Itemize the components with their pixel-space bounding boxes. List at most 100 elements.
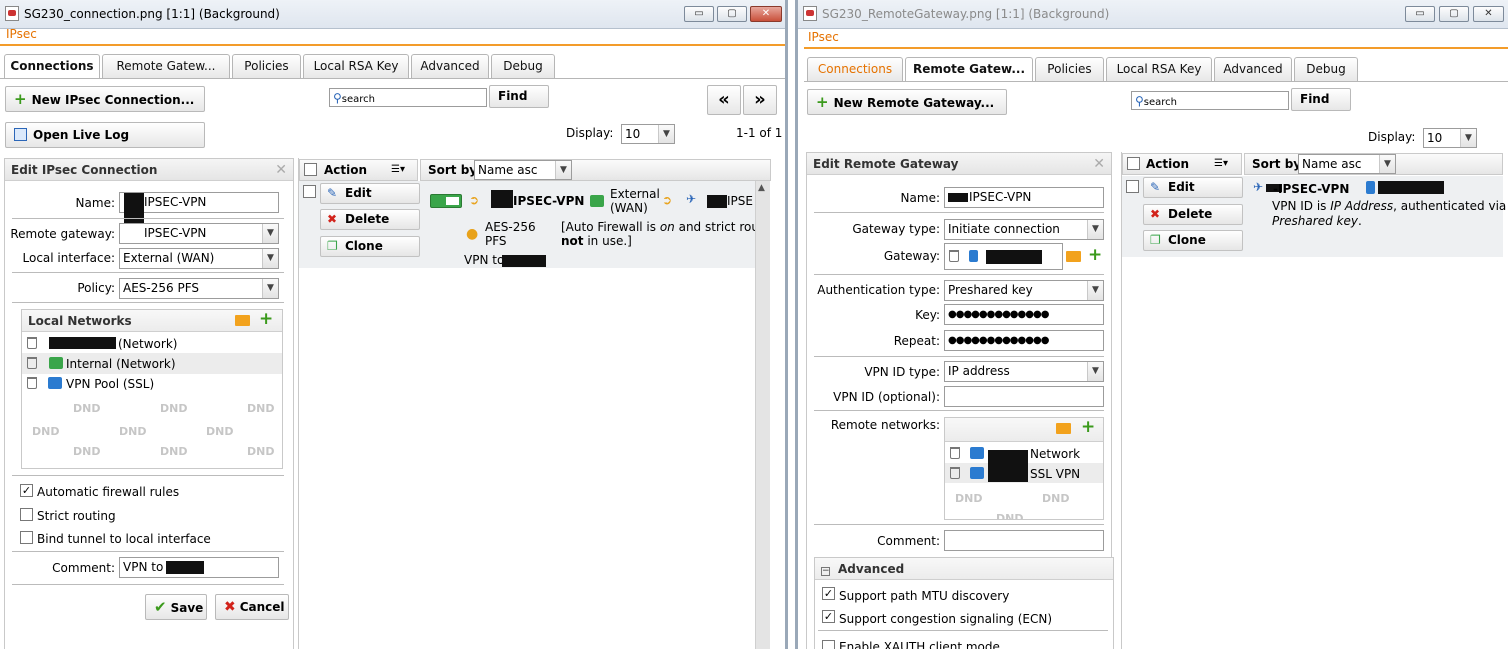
interface-line-2: (WAN) [610,201,648,215]
display-select[interactable]: 10 ▼ [621,124,675,144]
display-value: 10 [1427,131,1443,145]
tab-policies[interactable]: Policies [1035,57,1104,81]
trash-icon[interactable] [950,467,960,479]
tab-debug[interactable]: Debug [1294,57,1358,81]
tab-local-rsa-key[interactable]: Local RSA Key [303,54,409,78]
add-icon[interactable]: + [259,311,273,328]
right-window: SG230_RemoteGateway.png [1:1] (Backgroun… [795,0,1508,649]
search-icon: ⚲ [1135,94,1144,108]
tab-policies[interactable]: Policies [232,54,301,78]
tab-debug[interactable]: Debug [491,54,555,78]
menu-icon[interactable]: ☰▾ [1214,154,1228,174]
policy-select[interactable]: AES-256 PFS ▼ [119,278,279,299]
row-checkbox[interactable] [1126,180,1139,193]
xauth-checkbox[interactable] [822,640,835,649]
delete-button[interactable]: ✖ Delete [320,209,420,230]
add-icon[interactable]: + [1081,419,1095,436]
menu-icon[interactable]: ☰▾ [391,160,405,180]
maximize-icon[interactable]: ▢ [1439,6,1469,22]
tab-advanced[interactable]: Advanced [1214,57,1292,81]
range-label: 1-1 of 1 [736,126,783,140]
minimize-icon[interactable]: ▭ [684,6,714,22]
ecn-checkbox[interactable]: ✓ [822,610,835,623]
redaction [491,190,513,208]
clone-button[interactable]: ❐ Clone [1143,230,1243,251]
folder-icon[interactable] [1056,423,1071,434]
folder-icon[interactable] [235,315,250,326]
find-button[interactable]: Find [1291,88,1351,111]
tab-divider [804,81,1508,82]
find-button[interactable]: Find [489,85,549,108]
name-input[interactable]: IPSEC-VPN [944,187,1104,208]
grid-border [1121,152,1122,649]
trash-icon[interactable] [27,357,37,369]
display-select[interactable]: 10 ▼ [1423,128,1477,148]
tab-advanced[interactable]: Advanced [411,54,489,78]
tab-remote-gateways[interactable]: Remote Gatew... [102,54,230,78]
sort-select[interactable]: Name asc ▼ [1298,154,1396,174]
redaction [124,193,144,227]
select-all-checkbox[interactable] [1127,157,1140,170]
chevron-up-icon[interactable]: ▲ [758,183,765,193]
pmtu-checkbox[interactable]: ✓ [822,587,835,600]
close-panel-icon[interactable]: ✕ [1093,153,1105,175]
new-ipsec-connection-button[interactable]: + New IPsec Connection... [5,86,205,112]
trash-icon[interactable] [950,447,960,459]
repeat-input[interactable]: ●●●●●●●●●●●●● [944,330,1104,351]
cancel-button[interactable]: ✖ Cancel [215,594,289,620]
edit-button[interactable]: ✎ Edit [1143,177,1243,198]
host-icon [969,250,978,262]
save-button[interactable]: ✔ Save [145,594,207,620]
clone-button[interactable]: ❐ Clone [320,236,420,257]
prev-page-button[interactable]: « [707,85,741,115]
edit-button[interactable]: ✎ Edit [320,183,420,204]
sort-select[interactable]: Name asc ▼ [474,160,572,180]
display-label: Display: [566,126,614,140]
trash-icon[interactable] [949,250,959,262]
add-icon[interactable]: + [1088,247,1102,264]
divider [814,410,1104,411]
tab-connections[interactable]: Connections [807,57,903,81]
trash-icon[interactable] [27,377,37,389]
close-icon[interactable]: ✕ [1473,6,1504,22]
folder-icon[interactable] [1066,251,1081,262]
remote-networks-label: Remote networks: [830,418,940,432]
open-live-log-button[interactable]: Open Live Log [5,122,205,148]
tab-local-rsa-key[interactable]: Local RSA Key [1106,57,1212,81]
auth-type-select[interactable]: Preshared key ▼ [944,280,1104,301]
delete-button[interactable]: ✖ Delete [1143,204,1243,225]
comment-input[interactable] [944,530,1104,551]
row-checkbox[interactable] [303,185,316,198]
minimize-icon[interactable]: ▭ [1405,6,1435,22]
tab-remote-gateways[interactable]: Remote Gatew... [905,57,1033,82]
toggle-switch[interactable] [430,194,462,208]
new-remote-gateway-button[interactable]: + New Remote Gateway... [807,89,1007,115]
vpn-id-input[interactable] [944,386,1104,407]
search-input[interactable]: ⚲search [1131,91,1289,110]
new-remote-gateway-label: New Remote Gateway... [833,96,995,110]
advanced-header[interactable]: − Advanced [815,558,1113,580]
strict-routing-checkbox[interactable] [20,508,33,521]
select-all-checkbox[interactable] [304,163,317,176]
close-icon[interactable]: ✕ [750,6,782,22]
key-input[interactable]: ●●●●●●●●●●●●● [944,304,1104,325]
auto-firewall-checkbox[interactable]: ✓ [20,484,33,497]
dnd-label: DND [206,425,234,438]
local-interface-select[interactable]: External (WAN) ▼ [119,248,279,269]
tab-connections[interactable]: Connections [4,54,100,79]
collapse-icon[interactable]: − [821,567,830,576]
gateway-label: Gateway: [883,249,940,263]
gateway-type-select[interactable]: Initiate connection ▼ [944,219,1104,240]
vertical-scrollbar[interactable]: ▲ [755,181,770,649]
next-page-button[interactable]: » [743,85,777,115]
bind-tunnel-checkbox[interactable] [20,531,33,544]
redaction [166,561,204,574]
maximize-icon[interactable]: ▢ [717,6,747,22]
trash-icon[interactable] [27,337,37,349]
vpn-id-type-select[interactable]: IP address ▼ [944,361,1104,382]
search-input[interactable]: ⚲search [329,88,487,107]
close-panel-icon[interactable]: ✕ [275,159,287,181]
remote-gateway-select[interactable]: IPSEC-VPN ▼ [119,223,279,244]
comment-value: VPN to [123,560,164,574]
edit-icon: ✎ [1150,180,1161,194]
